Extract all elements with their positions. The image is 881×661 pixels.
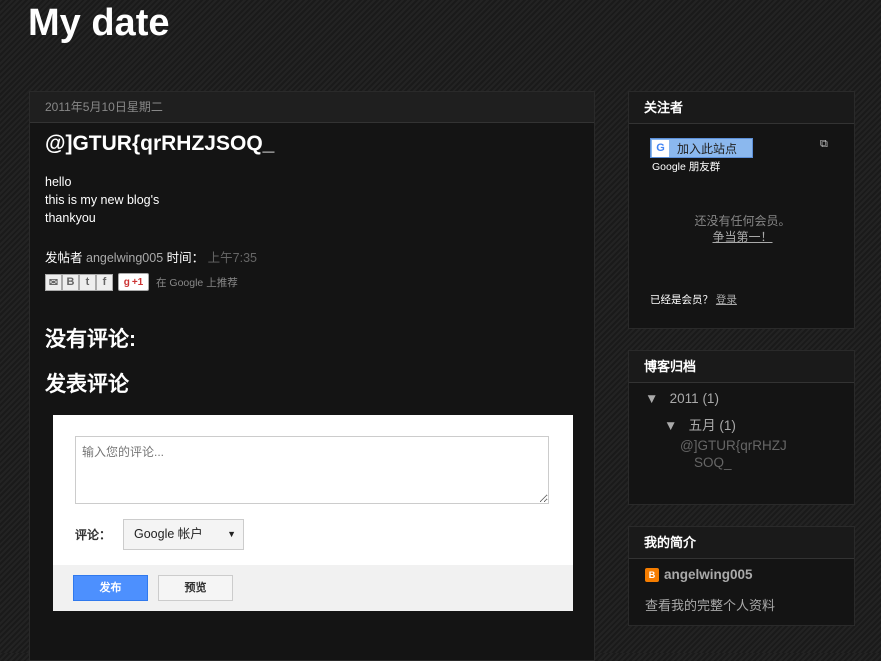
- author-link[interactable]: angelwing005: [86, 251, 163, 265]
- twitter-icon[interactable]: t: [79, 273, 96, 291]
- recommend-text: 在 Google 上推荐: [156, 276, 238, 289]
- post-body-line: hello: [45, 175, 72, 189]
- archive-year-label[interactable]: 2011: [670, 391, 699, 406]
- archive-post-link[interactable]: @]GTUR{qrRHZJ SOQ_: [680, 437, 830, 471]
- profile-widget: 我的简介 B angelwing005 查看我的完整个人资料: [628, 526, 855, 626]
- comment-actions: 发布 预览: [53, 565, 573, 611]
- archive-year[interactable]: ▼ 2011 (1): [645, 391, 719, 406]
- already-member-label: 已经是会员？: [650, 294, 713, 306]
- be-first-link[interactable]: 争当第一！: [629, 228, 856, 245]
- join-site-button[interactable]: G 加入此站点: [650, 138, 753, 158]
- plusone-button[interactable]: g +1: [118, 273, 149, 291]
- blogger-icon: B: [645, 567, 659, 582]
- no-members-text: 还没有任何会员。: [694, 214, 791, 228]
- dropdown-arrow-icon: ▼: [227, 529, 236, 539]
- share-row: ✉ B t f g +1 在 Google 上推荐: [45, 273, 238, 291]
- popout-icon[interactable]: ⧉: [820, 138, 828, 151]
- post-body-line: thankyou: [45, 211, 96, 225]
- already-member-text: 已经是会员？ 登录: [650, 292, 737, 307]
- archive-month[interactable]: ▼ 五月 (1): [664, 414, 736, 434]
- followers-title: 关注者: [629, 92, 854, 124]
- view-profile-link[interactable]: 查看我的完整个人资料: [645, 595, 775, 614]
- collapse-arrow-icon[interactable]: ▼: [645, 391, 658, 406]
- collapse-arrow-icon[interactable]: ▼: [664, 418, 677, 433]
- archive-title: 博客归档: [629, 351, 854, 383]
- blogthis-icon[interactable]: B: [62, 273, 79, 291]
- login-link[interactable]: 登录: [716, 294, 737, 306]
- comment-textarea[interactable]: [75, 436, 549, 504]
- date-header: 2011年5月10日星期二: [30, 92, 594, 123]
- account-select[interactable]: Google 帐户 ▼: [123, 519, 244, 550]
- post-title[interactable]: @]GTUR{qrRHZJSOQ_: [45, 132, 274, 156]
- archive-month-count: (1): [719, 418, 736, 433]
- google-icon: G: [652, 139, 669, 157]
- archive-year-count: (1): [702, 391, 719, 406]
- archive-widget: 博客归档 ▼ 2011 (1) ▼ 五月 (1) @]GTUR{qrRHZJ S…: [628, 350, 855, 505]
- publish-button[interactable]: 发布: [73, 575, 148, 601]
- comment-as-label: 评论：: [75, 528, 112, 542]
- archive-post-line[interactable]: @]GTUR{qrRHZJ: [680, 437, 830, 454]
- profile-row: B angelwing005: [645, 567, 753, 582]
- post-body: hello this is my new blog's thankyou: [45, 173, 159, 227]
- account-selected-value: Google 帐户: [134, 527, 203, 541]
- profile-title: 我的简介: [629, 527, 854, 559]
- preview-button[interactable]: 预览: [158, 575, 233, 601]
- email-icon[interactable]: ✉: [45, 273, 62, 291]
- main-column: 2011年5月10日星期二 @]GTUR{qrRHZJSOQ_ hello th…: [29, 91, 595, 661]
- archive-month-label[interactable]: 五月: [689, 418, 716, 433]
- post-comment-heading: 发表评论: [45, 373, 129, 396]
- post-body-line: this is my new blog's: [45, 193, 160, 207]
- archive-post-line[interactable]: SOQ_: [680, 454, 830, 471]
- facebook-icon[interactable]: f: [96, 273, 113, 291]
- comment-form: 评论： Google 帐户 ▼ 发布 预览: [53, 415, 573, 611]
- posted-by-label: 发帖者: [45, 251, 83, 265]
- join-site-label: 加入此站点: [677, 141, 738, 156]
- no-comments-heading: 没有评论:: [45, 328, 136, 351]
- profile-name-link[interactable]: angelwing005: [664, 567, 753, 582]
- post-footer: 发帖者 angelwing005 时间： 上午7:35: [45, 247, 257, 266]
- followers-widget: 关注者 G 加入此站点 Google 朋友群 ⧉ 还没有任何会员。 争当第一！ …: [628, 91, 855, 329]
- post-timestamp[interactable]: 上午7:35: [208, 251, 257, 265]
- blog-title[interactable]: My date: [28, 2, 169, 45]
- time-label: 时间：: [166, 251, 205, 265]
- google-friend-connect-label: Google 朋友群: [652, 161, 721, 173]
